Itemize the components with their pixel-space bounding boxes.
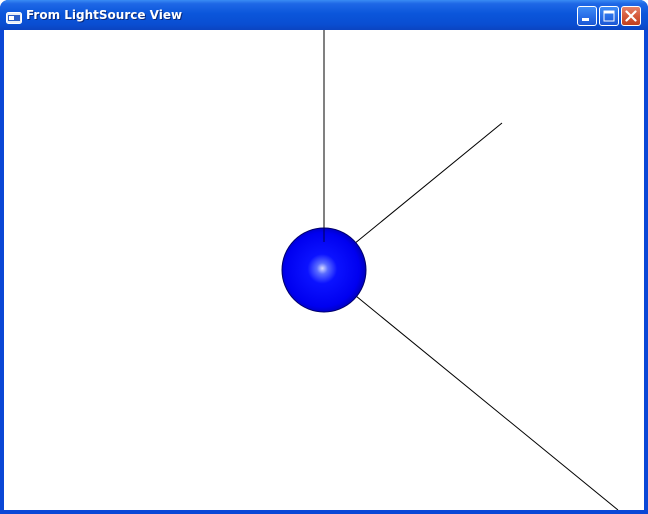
title-bar[interactable]: From LightSource View <box>0 0 648 30</box>
lower-right-line <box>355 295 619 510</box>
app-icon[interactable] <box>6 9 22 24</box>
minimize-icon <box>582 18 589 21</box>
window-title: From LightSource View <box>26 8 183 22</box>
render-canvas[interactable] <box>4 30 644 510</box>
scene-view <box>281 30 619 510</box>
minimize-button[interactable] <box>577 6 597 26</box>
upper-right-line <box>353 122 503 245</box>
close-icon <box>625 10 637 22</box>
maximize-icon <box>603 10 615 22</box>
maximize-button[interactable] <box>599 6 619 26</box>
close-button[interactable] <box>621 6 641 26</box>
app-window: From LightSource View <box>0 0 648 514</box>
